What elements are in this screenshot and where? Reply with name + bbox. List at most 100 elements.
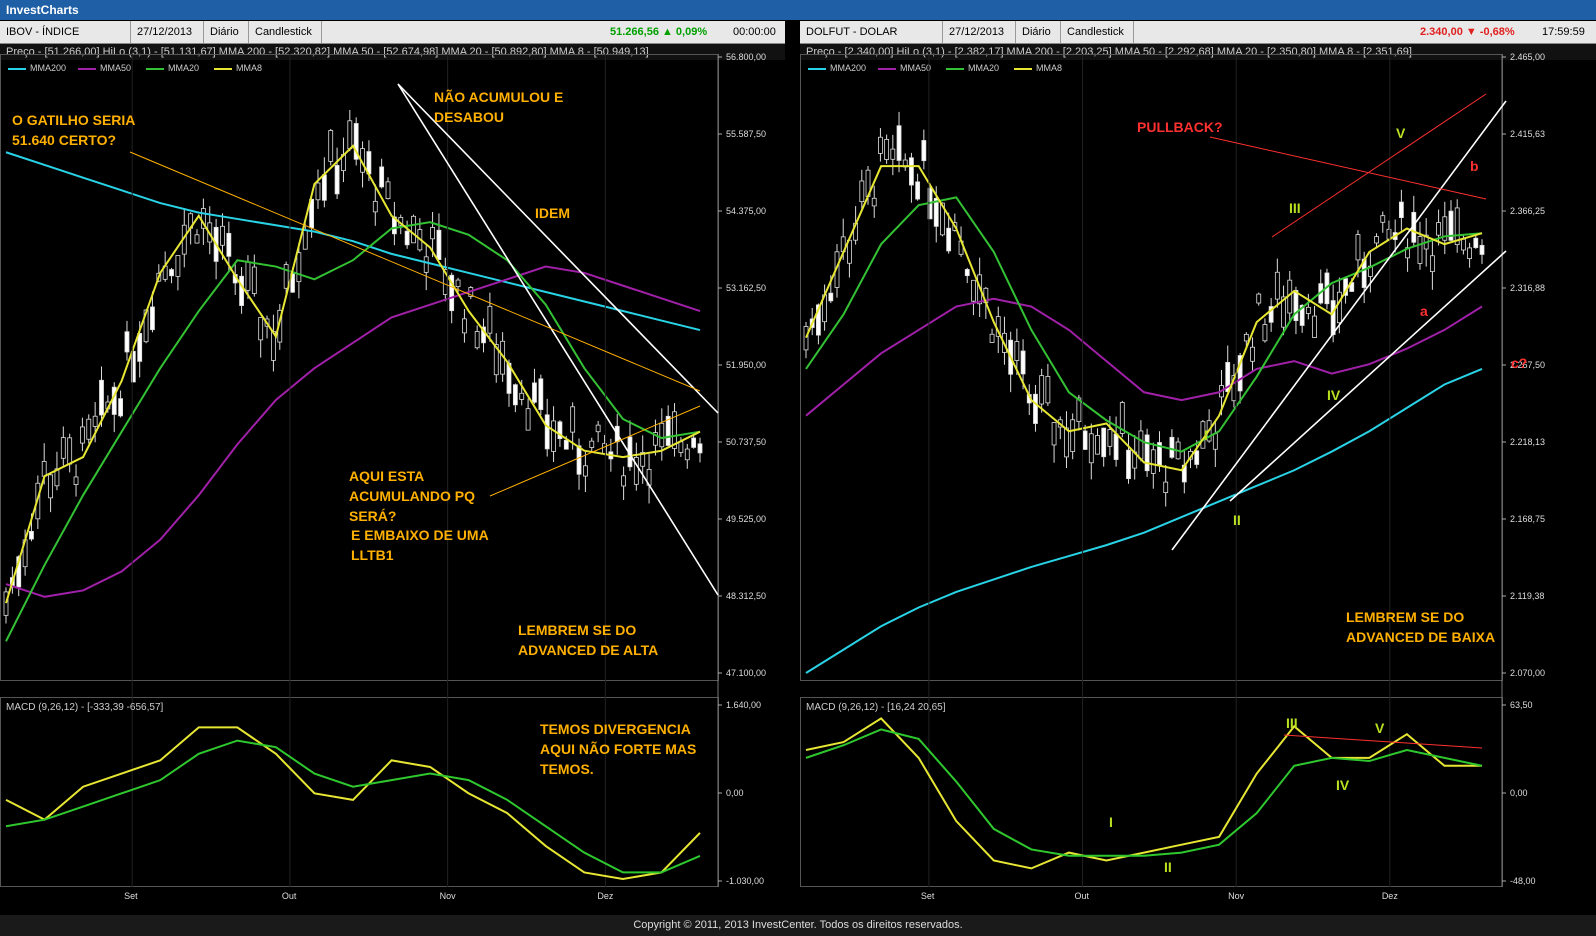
candle-down (296, 252, 302, 283)
macd-wave-label-i: I (1109, 814, 1113, 830)
candle-up (1293, 290, 1299, 322)
wave-label-a: a (1420, 303, 1428, 319)
y-tick-label: 2.218,13 (1510, 437, 1545, 447)
y-tick-label: 50.737,50 (726, 437, 766, 447)
candle-down (859, 180, 865, 203)
candle-down (890, 148, 896, 160)
candle-up (576, 445, 582, 475)
price-frame (800, 54, 1503, 681)
candle-up (436, 229, 442, 260)
x-tick-label: Nov (1228, 891, 1245, 901)
candle-down (41, 461, 47, 477)
candle-down (1243, 333, 1249, 342)
x-tick-label: Dez (597, 891, 614, 901)
candle-down (423, 256, 429, 273)
candle-down (86, 418, 92, 440)
candle-down (884, 139, 890, 160)
macd-line-sinal (805, 728, 1483, 857)
candle-down (803, 326, 809, 351)
candle-up (896, 125, 902, 161)
candle-down (871, 197, 877, 207)
candle-down (1429, 255, 1435, 273)
series-line-mma200 (5, 151, 701, 332)
candle-down (1045, 376, 1051, 404)
ibov-chart-panel: IBOV - ÍNDICE BOVESPA 27/12/2013 Diário … (0, 21, 785, 911)
trendline-pullback (1209, 136, 1487, 200)
candle-down (525, 408, 531, 431)
candle-down (1374, 236, 1379, 244)
candle-up (29, 530, 34, 540)
y-tick-label: 2.168,75 (1510, 514, 1545, 524)
candle-down (1064, 427, 1069, 458)
wave-label-i: I (1204, 427, 1208, 443)
y-tick-label: 55.587,50 (726, 129, 766, 139)
candle-down (487, 305, 493, 334)
candle-up (1144, 434, 1150, 472)
candle-down (385, 181, 391, 200)
candle-down (551, 420, 556, 452)
candle-down (1305, 306, 1311, 314)
x-tick-label: Set (921, 891, 935, 901)
annotation-nao-acumulou: NÃO ACUMULOU E DESABOU (434, 89, 564, 125)
wave-label-iii: III (1289, 200, 1301, 216)
candle-up (512, 384, 518, 406)
y-tick-label: 2.119,38 (1510, 591, 1544, 601)
candle-down (1256, 293, 1262, 304)
macd-frame (800, 697, 1503, 887)
candle-down (80, 426, 85, 444)
candle-up (1113, 433, 1119, 460)
candle-down (245, 261, 251, 291)
dolfut-chart-panel: DOLFUT - DOLAR FUTURO 27/12/2013 Diário … (800, 21, 1596, 911)
trendline-acumulando (489, 405, 701, 497)
candle-down (251, 266, 257, 294)
series-line-mma20 (805, 196, 1483, 453)
y-tick-label: 53.162,50 (726, 283, 766, 293)
candle-down (1355, 234, 1361, 261)
candle-up (118, 398, 124, 417)
annotation-advanced-baixa: LEMBREM SE DO ADVANCED DE BAIXA (1346, 609, 1496, 645)
y-tick-label: 54.375,00 (726, 206, 766, 216)
candle-down (48, 474, 53, 499)
candle-down (1070, 419, 1076, 452)
candle-up (321, 174, 327, 201)
macd-y-tick-label: -48,00 (1510, 876, 1536, 886)
footer-copyright: Copyright © 2011, 2013 InvestCenter. Tod… (0, 915, 1596, 936)
candle-down (67, 437, 73, 465)
candle-down (602, 443, 607, 454)
y-tick-label: 2.415,63 (1510, 129, 1545, 139)
annotation-pullback: PULLBACK? (1137, 119, 1223, 135)
candle-down (315, 182, 321, 201)
candle-up (1473, 237, 1479, 249)
macd-wave-label-v: V (1375, 720, 1385, 736)
candle-down (1250, 346, 1255, 362)
candle-down (570, 406, 576, 433)
candle-up (379, 166, 385, 188)
candle-up (909, 157, 914, 186)
macd-wave-label-iii: III (1286, 715, 1298, 731)
candle-up (828, 292, 834, 302)
candle-down (989, 333, 995, 343)
candle-down (1417, 236, 1423, 264)
dolfut-chart-canvas[interactable]: 2.465,002.415,632.366,252.316,882.267,50… (800, 21, 1596, 911)
trendline-support-upper (1171, 100, 1507, 551)
candle-down (878, 136, 883, 154)
macd-y-tick-label: 63,50 (1510, 700, 1533, 710)
candle-down (347, 120, 353, 150)
candle-down (1095, 435, 1100, 455)
candle-up (99, 379, 104, 416)
candle-up (150, 306, 155, 331)
candle-down (430, 227, 435, 240)
candle-down (1014, 341, 1020, 361)
candle-down (60, 437, 66, 459)
macd-wave-label-ii: II (1164, 859, 1172, 875)
candle-down (1212, 433, 1218, 450)
series-line-mma50 (805, 297, 1483, 417)
candle-down (1336, 291, 1342, 324)
y-tick-label: 2.366,25 (1510, 206, 1545, 216)
trendline-gatilho (129, 151, 701, 392)
candle-down (73, 476, 79, 485)
candle-down (1163, 481, 1169, 493)
candle-down (1051, 422, 1057, 446)
candle-down (621, 475, 626, 487)
candle-down (411, 215, 416, 244)
